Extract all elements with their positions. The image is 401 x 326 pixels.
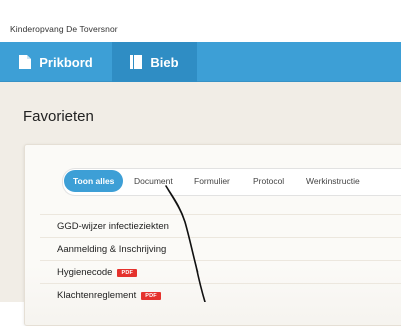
pdf-badge: PDF — [141, 292, 161, 300]
document-title-wrap: GGD-wijzer infectieziekten — [57, 221, 169, 232]
nav-item-label: Bieb — [150, 54, 179, 70]
list-item[interactable]: Aanmelding & Inschrijving — [40, 237, 401, 261]
filter-toon-alles[interactable]: Toon alles — [64, 170, 124, 192]
book-icon — [130, 55, 143, 69]
document-title: Aanmelding & Inschrijving — [57, 244, 167, 255]
list-item[interactable]: Hygienecode PDF — [40, 260, 401, 284]
app-header: Kinderopvang De Toversnor — [0, 0, 401, 43]
document-title: Hygienecode — [57, 267, 113, 278]
nav-item-label: Prikbord — [39, 54, 93, 70]
filter-protocol[interactable]: Protocol — [253, 169, 284, 193]
document-title-wrap: Klachtenreglement PDF — [57, 290, 161, 301]
page-title: Favorieten — [23, 108, 94, 125]
filter-werkinstructie[interactable]: Werkinstructie — [306, 169, 360, 193]
main-nav: Prikbord Bieb — [0, 42, 401, 82]
pdf-badge: PDF — [117, 269, 138, 277]
app-title: Kinderopvang De Toversnor — [10, 24, 118, 34]
document-title: Klachtenreglement — [57, 290, 137, 301]
filter-formulier[interactable]: Formulier — [194, 169, 230, 193]
nav-item-prikbord[interactable]: Prikbord — [0, 42, 112, 82]
filter-document[interactable]: Document — [134, 169, 173, 193]
document-title-wrap: Aanmelding & Inschrijving — [57, 244, 166, 255]
filter-bar: Toon alles Document Formulier Protocol W… — [62, 168, 401, 196]
document-title-wrap: Hygienecode PDF — [57, 267, 138, 278]
list-item[interactable]: Klachtenreglement PDF — [40, 283, 401, 307]
document-title: GGD-wijzer infectieziekten — [57, 221, 169, 232]
bulletin-icon — [19, 55, 32, 69]
list-item[interactable]: GGD-wijzer infectieziekten — [40, 214, 401, 238]
nav-item-bieb[interactable]: Bieb — [112, 42, 197, 82]
